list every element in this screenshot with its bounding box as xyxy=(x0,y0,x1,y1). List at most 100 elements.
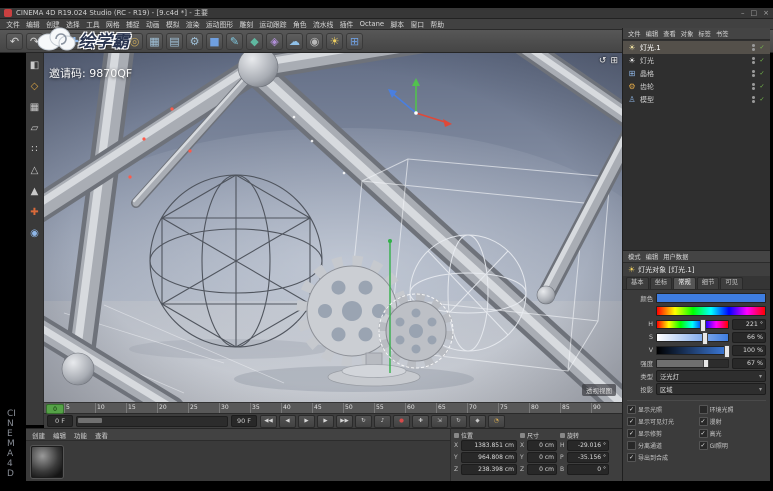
menu-item[interactable]: 脚本 xyxy=(387,19,407,29)
end-frame-field[interactable]: 90 F xyxy=(231,415,257,427)
value-slider[interactable] xyxy=(656,344,730,358)
visibility-dots[interactable] xyxy=(752,83,755,90)
visibility-dots[interactable] xyxy=(752,57,755,64)
value-value-field[interactable]: 100 % xyxy=(732,344,766,356)
polygons-mode-icon[interactable]: ▲ xyxy=(28,184,42,198)
frame-range-slider[interactable] xyxy=(76,415,228,427)
loop-button[interactable]: ↻ xyxy=(355,414,372,428)
points-mode-icon[interactable]: ∷ xyxy=(28,142,42,156)
record-scale-button[interactable]: ⇲ xyxy=(431,414,448,428)
record-parameter-button[interactable]: ◆ xyxy=(469,414,486,428)
rotation-h-field[interactable]: -29.016 ° xyxy=(567,440,609,451)
position-z-field[interactable]: 238.398 cm xyxy=(461,464,517,475)
attribute-tab[interactable]: 细节 xyxy=(696,277,720,289)
object-manager-menu-item[interactable]: 标签 xyxy=(698,29,711,38)
attribute-tab[interactable]: 坐标 xyxy=(649,277,673,289)
option-checkbox[interactable]: ✓ 导出到合成 xyxy=(627,453,695,462)
saturation-value-field[interactable]: 66 % xyxy=(732,331,766,343)
enabled-check-icon[interactable]: ✓ xyxy=(758,57,766,64)
menu-item[interactable]: 流水线 xyxy=(310,19,337,29)
start-frame-field[interactable]: 0 F xyxy=(47,415,73,427)
object-row[interactable]: ♙ 模型 ✓ xyxy=(623,93,770,106)
size-z-field[interactable]: 0 cm xyxy=(527,464,557,475)
option-checkbox[interactable]: ✓ 环境光照 xyxy=(698,405,767,414)
menu-item[interactable]: 运动跟踪 xyxy=(256,19,290,29)
intensity-slider[interactable] xyxy=(656,358,729,368)
menu-item[interactable]: 动画 xyxy=(143,19,163,29)
object-manager-menu-item[interactable]: 查看 xyxy=(663,29,676,38)
rotation-p-field[interactable]: -35.156 ° xyxy=(567,452,609,463)
maximize-button[interactable]: □ xyxy=(751,9,758,17)
record-keyframe-button[interactable]: ● xyxy=(393,414,410,428)
color-swatch[interactable] xyxy=(656,293,766,303)
option-checkbox[interactable]: ✓ 显示可见灯光 xyxy=(627,417,695,426)
menu-item[interactable]: 角色 xyxy=(290,19,310,29)
current-frame-marker[interactable]: 0 xyxy=(46,404,64,414)
object-row[interactable]: ☀ 灯光.1 ✓ xyxy=(623,41,770,54)
prev-frame-button[interactable]: ◀ xyxy=(279,414,296,428)
rotation-b-field[interactable]: 0 ° xyxy=(567,464,609,475)
add-cube-icon[interactable]: ■ xyxy=(206,32,223,50)
object-row[interactable]: ⚙ 齿轮 ✓ xyxy=(623,80,770,93)
option-checkbox[interactable]: ✓ 显示修剪 xyxy=(627,429,695,438)
menu-item[interactable]: 文件 xyxy=(3,19,23,29)
workplane-mode-icon[interactable]: ▱ xyxy=(28,121,42,135)
autokey-button[interactable]: ◔ xyxy=(488,414,505,428)
option-checkbox[interactable]: ✓ 漫射 xyxy=(698,417,767,426)
goto-end-button[interactable]: ▶▶ xyxy=(336,414,353,428)
saturation-slider[interactable] xyxy=(656,331,729,345)
make-editable-icon[interactable]: ◧ xyxy=(28,58,42,72)
attribute-menu-item[interactable]: 模式 xyxy=(628,252,641,261)
material-menu-item[interactable]: 创建 xyxy=(32,430,45,440)
axis-mode-icon[interactable]: ✚ xyxy=(28,205,42,219)
menu-item[interactable]: 渲染 xyxy=(183,19,203,29)
attribute-tab[interactable]: 可见 xyxy=(720,277,743,289)
material-thumbnail[interactable] xyxy=(31,446,63,478)
size-x-field[interactable]: 0 cm xyxy=(527,440,557,451)
render-picture-viewer-icon[interactable]: ▤ xyxy=(166,32,183,50)
edges-mode-icon[interactable]: △ xyxy=(28,163,42,177)
object-manager-menu-item[interactable]: 书签 xyxy=(716,29,729,38)
undo-icon[interactable]: ↶ xyxy=(6,32,23,50)
attribute-menu-item[interactable]: 用户数据 xyxy=(663,252,688,261)
material-menu-item[interactable]: 查看 xyxy=(95,430,108,440)
add-deformer-icon[interactable]: ◈ xyxy=(266,32,283,50)
close-button[interactable]: × xyxy=(763,9,769,17)
add-camera-icon[interactable]: ◉ xyxy=(306,32,323,50)
viewport-reset-icon[interactable]: ↺ xyxy=(599,56,607,66)
option-checkbox[interactable]: ✓ GI照明 xyxy=(698,441,767,450)
add-environment-icon[interactable]: ☁ xyxy=(286,32,303,50)
menu-item[interactable]: 插件 xyxy=(337,19,357,29)
menu-item[interactable]: 帮助 xyxy=(427,19,447,29)
texture-mode-icon[interactable]: ▦ xyxy=(28,100,42,114)
add-generator-icon[interactable]: ◆ xyxy=(246,32,263,50)
play-button[interactable]: ▶ xyxy=(298,414,315,428)
attribute-menu-item[interactable]: 编辑 xyxy=(646,252,659,261)
size-y-field[interactable]: 0 cm xyxy=(527,452,557,463)
menu-item[interactable]: Octane xyxy=(356,20,387,28)
object-row[interactable]: ⊞ 晶格 ✓ xyxy=(623,67,770,80)
record-position-button[interactable]: ✚ xyxy=(412,414,429,428)
object-manager-menu-item[interactable]: 文件 xyxy=(628,29,641,38)
material-menu-item[interactable]: 编辑 xyxy=(53,430,66,440)
render-settings-icon[interactable]: ⚙ xyxy=(186,32,203,50)
add-spline-icon[interactable]: ✎ xyxy=(226,32,243,50)
object-manager-menu-item[interactable]: 编辑 xyxy=(646,29,659,38)
record-rotation-button[interactable]: ↻ xyxy=(450,414,467,428)
hue-slider[interactable] xyxy=(656,318,729,332)
option-checkbox[interactable]: ✓ 显示光照 xyxy=(627,405,695,414)
minimize-button[interactable]: – xyxy=(741,9,745,17)
enabled-check-icon[interactable]: ✓ xyxy=(758,70,766,77)
snap-icon[interactable]: ◉ xyxy=(28,226,42,240)
model-mode-icon[interactable]: ◇ xyxy=(28,79,42,93)
range-knob[interactable] xyxy=(78,417,102,423)
sound-toggle-button[interactable]: ♪ xyxy=(374,414,391,428)
render-view-icon[interactable]: ▦ xyxy=(146,32,163,50)
menu-item[interactable]: 雕刻 xyxy=(236,19,256,29)
viewport[interactable]: 邀请码: 9870QF ↺ ⊞ 透视视图 xyxy=(44,53,622,402)
visibility-dots[interactable] xyxy=(752,96,755,103)
menu-item[interactable]: 窗口 xyxy=(407,19,427,29)
attribute-tab[interactable]: 基本 xyxy=(626,277,649,289)
position-x-field[interactable]: 1383.851 cm xyxy=(461,440,517,451)
goto-start-button[interactable]: ◀◀ xyxy=(260,414,277,428)
